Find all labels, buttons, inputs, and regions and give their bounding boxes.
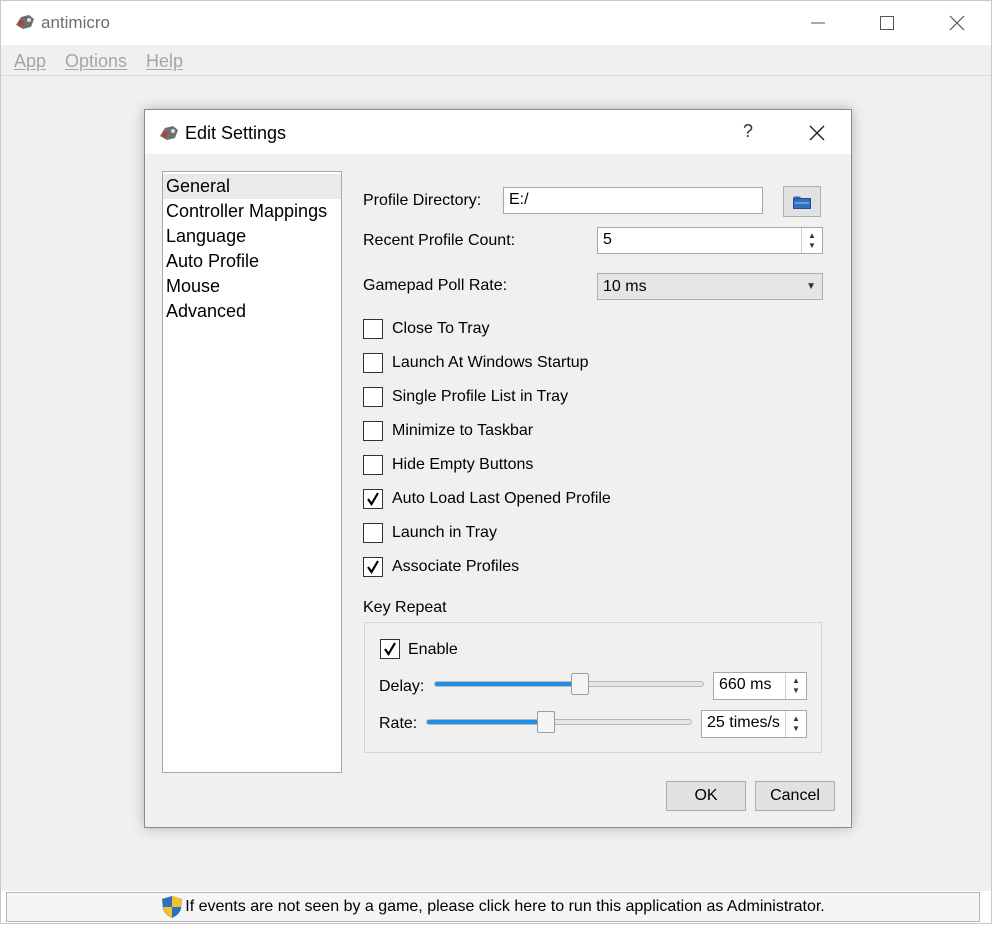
delay-label: Delay: (379, 678, 425, 695)
spin-down-icon[interactable]: ▼ (808, 241, 816, 251)
minimize-icon (811, 22, 825, 23)
rate-value: 25 times/s (707, 714, 780, 731)
category-auto-profile[interactable]: Auto Profile (163, 249, 341, 274)
delay-value: 660 ms (719, 676, 772, 693)
spin-arrows[interactable]: ▲ ▼ (801, 228, 822, 253)
menu-bar: App Options Help (1, 45, 992, 76)
spin-up-icon[interactable]: ▲ (808, 231, 816, 241)
gamepad-icon (160, 126, 178, 140)
cancel-button[interactable]: Cancel (755, 781, 835, 811)
shield-icon (162, 896, 183, 918)
close-icon (949, 15, 965, 30)
rate-spinbox[interactable]: 25 times/s ▲ ▼ (701, 710, 807, 738)
hide-empty-buttons-label: Hide Empty Buttons (392, 456, 534, 473)
spin-down-icon[interactable]: ▼ (792, 686, 800, 696)
dialog-title: Edit Settings (185, 123, 287, 143)
launch-in-tray-checkbox[interactable] (363, 523, 383, 543)
rate-label: Rate: (379, 715, 418, 732)
category-advanced[interactable]: Advanced (163, 299, 341, 324)
gamepad-poll-rate-value: 10 ms (603, 278, 647, 295)
auto-load-last-profile-label: Auto Load Last Opened Profile (392, 490, 611, 507)
checkmark-icon (367, 492, 379, 506)
run-as-admin-message: If events are not seen by a game, please… (185, 898, 825, 915)
key-repeat-enable-checkbox[interactable] (380, 639, 400, 659)
window-titlebar: antimicro (0, 0, 994, 45)
dialog-close-button[interactable] (797, 120, 837, 146)
recent-profile-count-spinbox[interactable]: 5 ▲ ▼ (597, 227, 823, 254)
dialog-titlebar: Edit Settings ? (145, 110, 851, 154)
delay-slider[interactable] (434, 681, 704, 687)
close-icon (809, 125, 825, 141)
chevron-down-icon: ▼ (806, 281, 816, 292)
auto-load-last-profile-checkbox[interactable] (363, 489, 383, 509)
rate-slider-fill (427, 720, 547, 724)
minimize-to-taskbar-checkbox[interactable] (363, 421, 383, 441)
rate-slider[interactable] (426, 719, 692, 725)
launch-at-startup-label: Launch At Windows Startup (392, 354, 589, 371)
maximize-button[interactable] (852, 0, 922, 45)
hide-empty-buttons-checkbox[interactable] (363, 455, 383, 475)
category-controller-mappings[interactable]: Controller Mappings (163, 199, 341, 224)
gamepad-poll-rate-select[interactable]: 10 ms ▼ (597, 273, 823, 300)
category-list: General Controller Mappings Language Aut… (162, 171, 342, 773)
category-language[interactable]: Language (163, 224, 341, 249)
associate-profiles-label: Associate Profiles (392, 558, 520, 575)
key-repeat-title: Key Repeat (363, 599, 447, 616)
launch-at-startup-checkbox[interactable] (363, 353, 383, 373)
recent-profile-count-value: 5 (603, 231, 612, 248)
delay-slider-fill (435, 682, 581, 686)
profile-directory-input[interactable]: E:/ (503, 187, 763, 214)
edit-settings-dialog: Edit Settings ? General Controller Mappi… (144, 109, 852, 828)
associate-profiles-checkbox[interactable] (363, 557, 383, 577)
help-button[interactable]: ? (733, 121, 763, 145)
checkmark-icon (384, 642, 396, 656)
spin-up-icon[interactable]: ▲ (792, 714, 800, 724)
category-general[interactable]: General (163, 174, 341, 199)
profile-directory-label: Profile Directory: (363, 192, 482, 209)
run-as-admin-button[interactable]: If events are not seen by a game, please… (6, 892, 980, 922)
rate-slider-handle[interactable] (536, 711, 555, 733)
gamepad-poll-rate-label: Gamepad Poll Rate: (363, 277, 508, 294)
close-to-tray-checkbox[interactable] (363, 319, 383, 339)
browse-directory-button[interactable] (783, 186, 821, 217)
minimize-to-taskbar-label: Minimize to Taskbar (392, 422, 534, 439)
gamepad-icon (16, 15, 34, 29)
recent-profile-count-label: Recent Profile Count: (363, 232, 516, 249)
delay-slider-handle[interactable] (570, 673, 589, 695)
menu-app[interactable]: App (14, 51, 46, 72)
folder-icon (793, 196, 811, 209)
category-mouse[interactable]: Mouse (163, 274, 341, 299)
single-profile-list-label: Single Profile List in Tray (392, 388, 569, 405)
spin-arrows[interactable]: ▲ ▼ (785, 673, 806, 699)
window-title: antimicro (41, 13, 110, 32)
launch-in-tray-label: Launch in Tray (392, 524, 497, 541)
delay-spinbox[interactable]: 660 ms ▲ ▼ (713, 672, 807, 700)
menu-options[interactable]: Options (65, 51, 127, 72)
menu-help[interactable]: Help (146, 51, 183, 72)
ok-button[interactable]: OK (666, 781, 746, 811)
close-to-tray-label: Close To Tray (392, 320, 490, 337)
spin-down-icon[interactable]: ▼ (792, 724, 800, 734)
minimize-button[interactable] (783, 0, 853, 45)
single-profile-list-checkbox[interactable] (363, 387, 383, 407)
checkmark-icon (367, 560, 379, 574)
key-repeat-group: Enable Delay: 660 ms ▲ ▼ Rate: 25 times/s… (364, 622, 822, 753)
maximize-icon (880, 15, 894, 30)
close-window-button[interactable] (922, 0, 992, 45)
spin-up-icon[interactable]: ▲ (792, 676, 800, 686)
key-repeat-enable-label: Enable (408, 641, 458, 658)
spin-arrows[interactable]: ▲ ▼ (785, 711, 806, 737)
